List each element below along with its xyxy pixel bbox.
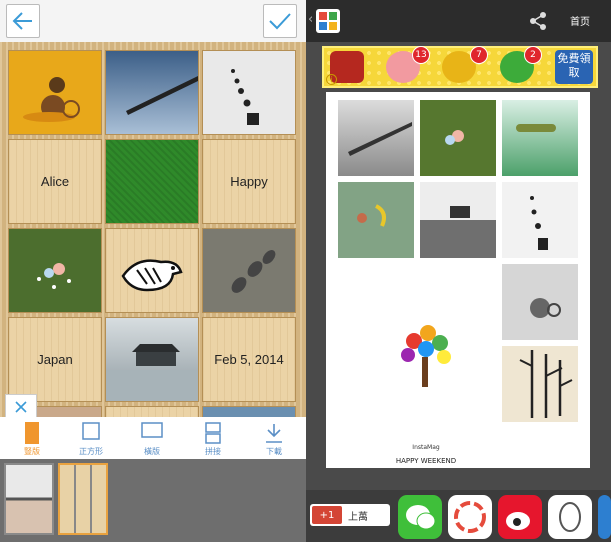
preview-snail: [502, 264, 578, 340]
preview-header: ‹ 首页: [306, 0, 611, 42]
badge-count: 2: [524, 46, 542, 64]
preview-bamboo: [502, 346, 578, 422]
free-claim-button[interactable]: 免費領取: [555, 50, 593, 84]
gplus-label: +1: [312, 506, 342, 524]
qq-icon[interactable]: [548, 495, 592, 539]
footprints-cell[interactable]: [202, 228, 296, 313]
photo-snail-meadow[interactable]: [8, 228, 102, 313]
cell-text: Alice: [40, 174, 70, 189]
text-cell-date[interactable]: Feb 5, 2014: [202, 317, 296, 402]
back-button[interactable]: [6, 4, 40, 38]
snail-meadow-illustration: [37, 263, 71, 289]
gplus-button[interactable]: +1 上萬: [310, 504, 390, 526]
photo-grass[interactable]: [105, 139, 199, 224]
preview-snail-meadow: [420, 100, 496, 176]
preview-banana-bug: [338, 182, 414, 258]
check-icon: [269, 13, 291, 30]
caption-text: HAPPY WEEKEND: [395, 457, 457, 465]
camera360-icon[interactable]: [448, 495, 492, 539]
photo-lake-house[interactable]: [105, 317, 199, 402]
bird-sticker-cell[interactable]: [105, 228, 199, 313]
layout-toolbar: 豎版 正方形 橫版 拼接 下載: [0, 417, 306, 459]
editor-toolbar: [0, 0, 306, 42]
tool-label: 正方形: [79, 447, 103, 456]
ad-banner[interactable]: 13 7 2 免費領取 i: [322, 46, 598, 88]
collage-grid: Alice Happy Japan Feb 5, 2014: [0, 42, 306, 491]
photo-stones-water[interactable]: [202, 50, 296, 135]
chevron-left-icon[interactable]: ‹: [308, 12, 313, 27]
editor-pane: Alice Happy Japan Feb 5, 2014 豎版 正方形 橫版 …: [0, 0, 306, 542]
share-icon[interactable]: [528, 11, 548, 31]
text-cell-happy[interactable]: Happy: [202, 139, 296, 224]
preview-pier: [338, 100, 414, 176]
stones-illustration: [231, 69, 259, 125]
tool-label: 下載: [266, 447, 282, 456]
app-logo-icon[interactable]: [316, 9, 340, 33]
colorful-tree-icon: [386, 317, 466, 397]
landscape-icon: [141, 422, 163, 438]
wechat-icon[interactable]: [398, 495, 442, 539]
thumbnail-1[interactable]: [4, 463, 54, 535]
close-icon: [15, 401, 27, 413]
brand-text: InstaMag: [412, 444, 440, 451]
preview-boat: [502, 100, 578, 176]
preview-stones: [502, 182, 578, 258]
preview-tree-hill: [420, 182, 496, 258]
tool-label: 橫版: [144, 447, 160, 456]
gplus-count: 上萬: [348, 512, 368, 523]
text-cell-japan[interactable]: Japan: [8, 317, 102, 402]
tool-square[interactable]: 正方形: [63, 419, 119, 459]
tool-landscape[interactable]: 橫版: [124, 419, 180, 459]
confirm-button[interactable]: [263, 4, 297, 38]
cell-text: Japan: [37, 352, 73, 367]
tool-label: 拼接: [205, 447, 221, 456]
home-link[interactable]: 首页: [570, 13, 590, 28]
lake-house-illustration: [106, 344, 198, 401]
partial-app-icon[interactable]: [598, 495, 611, 539]
portrait-icon: [25, 422, 39, 444]
photo-snail-cartoon[interactable]: [8, 50, 102, 135]
tool-download[interactable]: 下載: [246, 419, 302, 459]
footprints-icon: [231, 250, 276, 293]
arrow-left-icon: [12, 12, 32, 30]
text-cell-alice[interactable]: Alice: [8, 139, 102, 224]
tool-label: 豎版: [24, 447, 40, 456]
stitch-icon: [205, 422, 221, 444]
square-icon: [82, 422, 100, 440]
thumbnail-2-selected[interactable]: [58, 463, 108, 535]
tool-stitch[interactable]: 拼接: [185, 419, 241, 459]
snail-illustration: [23, 77, 80, 122]
cell-text: Feb 5, 2014: [214, 352, 284, 367]
weibo-icon[interactable]: [498, 495, 542, 539]
share-bar: +1 上萬: [306, 490, 611, 542]
preview-pane: ‹ 首页 13 7 2 免費領取 i InstaMag HAPPY WEEKEN…: [306, 0, 611, 542]
pier-illustration: [126, 76, 198, 115]
download-icon: [266, 424, 282, 443]
info-icon[interactable]: i: [326, 74, 337, 85]
badge-count: 13: [412, 46, 430, 64]
tool-portrait[interactable]: 豎版: [4, 419, 60, 459]
collage-preview: InstaMag HAPPY WEEKEND: [326, 92, 590, 468]
bird-icon: [121, 258, 183, 291]
cell-text: Happy: [230, 174, 268, 189]
photo-pier[interactable]: [105, 50, 199, 135]
badge-count: 7: [470, 46, 488, 64]
collage-thumbnails: [0, 459, 306, 542]
